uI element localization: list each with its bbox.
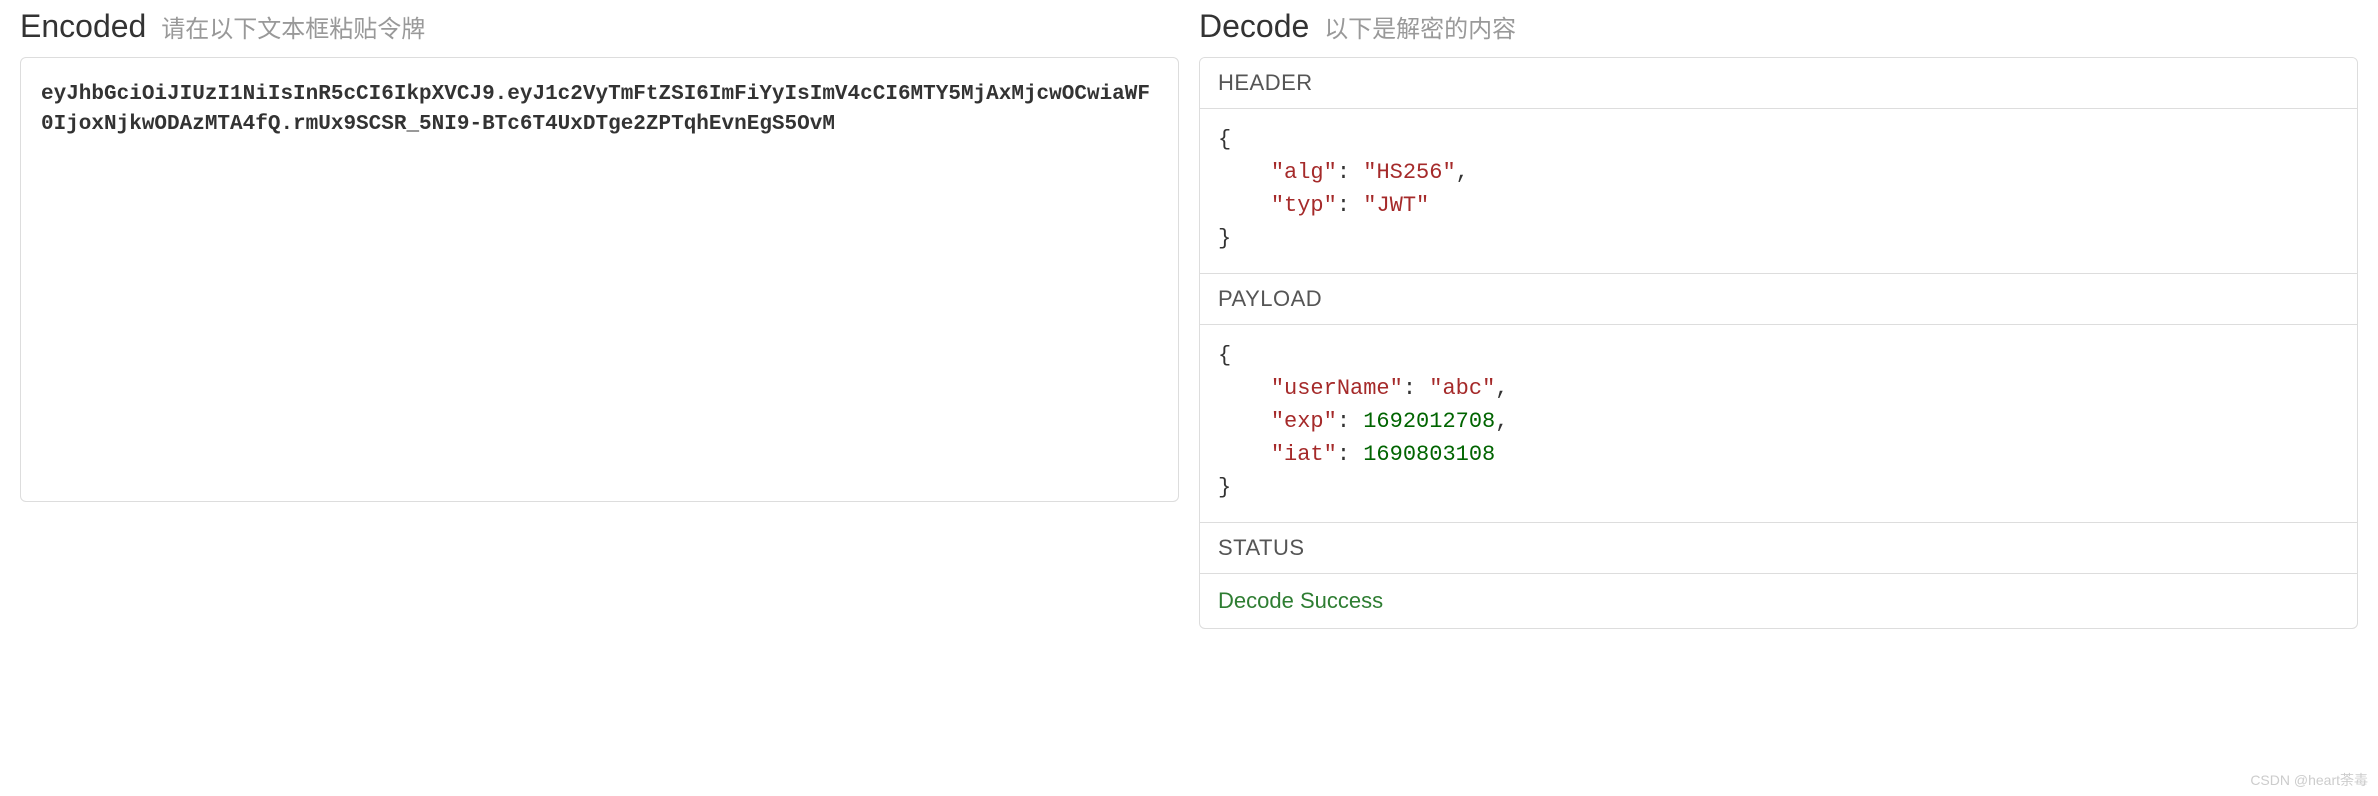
status-section-label: STATUS — [1200, 523, 2357, 574]
payload-exp-value: 1692012708 — [1363, 409, 1495, 434]
payload-section-label: PAYLOAD — [1200, 274, 2357, 325]
decode-subtitle: 以下是解密的内容 — [1324, 16, 1516, 43]
payload-section-body: { "userName": "abc", "exp": 1692012708, … — [1200, 325, 2357, 523]
decode-panel: Decode 以下是解密的内容 HEADER { "alg": "HS256",… — [1199, 8, 2358, 629]
encoded-input[interactable]: eyJhbGciOiJIUzI1NiIsInR5cCI6IkpXVCJ9.eyJ… — [20, 57, 1179, 502]
decode-title-text: Decode — [1199, 8, 1309, 44]
status-message: Decode Success — [1200, 574, 2357, 628]
encoded-subtitle: 请在以下文本框粘贴令牌 — [161, 16, 425, 43]
header-section-body: { "alg": "HS256", "typ": "JWT" } — [1200, 109, 2357, 274]
payload-iat-value: 1690803108 — [1363, 442, 1495, 467]
header-typ-value: "JWT" — [1363, 193, 1429, 218]
encoded-title: Encoded 请在以下文本框粘贴令牌 — [20, 8, 1179, 45]
header-section-label: HEADER — [1200, 58, 2357, 109]
encoded-title-text: Encoded — [20, 8, 146, 44]
watermark: CSDN @heart荼毒 — [2250, 770, 2368, 790]
encoded-panel: Encoded 请在以下文本框粘贴令牌 eyJhbGciOiJIUzI1NiIs… — [20, 8, 1179, 629]
decode-title: Decode 以下是解密的内容 — [1199, 8, 2358, 45]
header-alg-value: "HS256" — [1363, 160, 1455, 185]
payload-username-value: "abc" — [1429, 376, 1495, 401]
main-container: Encoded 请在以下文本框粘贴令牌 eyJhbGciOiJIUzI1NiIs… — [20, 8, 2358, 629]
decode-sections: HEADER { "alg": "HS256", "typ": "JWT" } … — [1199, 57, 2358, 629]
